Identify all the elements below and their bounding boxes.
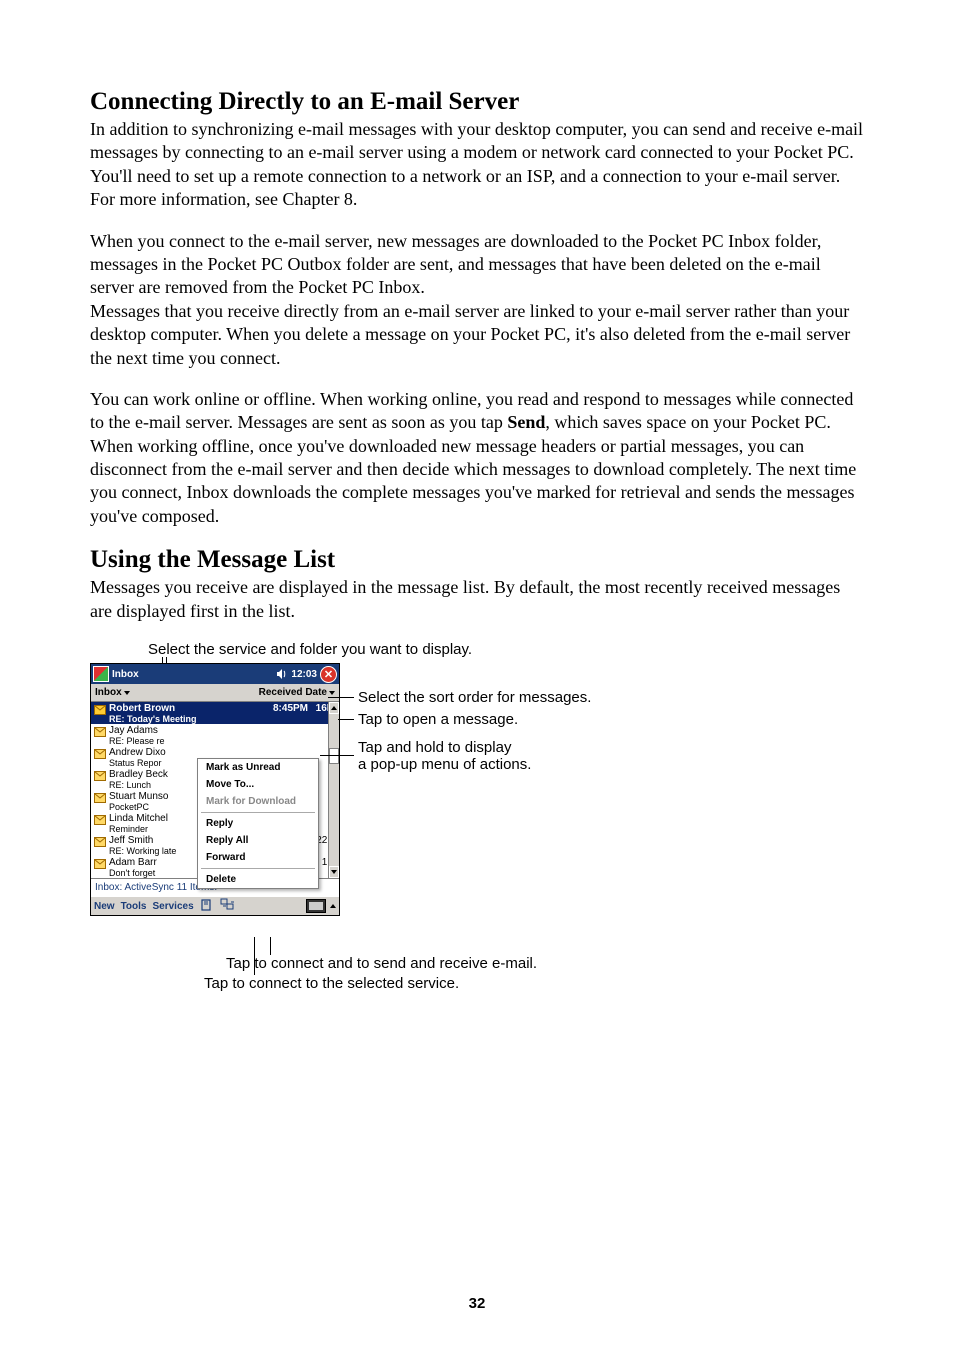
leader-line <box>270 937 271 955</box>
message-from: Linda Mitchel <box>109 813 168 824</box>
figure-area: Select the service and folder you want t… <box>90 641 864 1041</box>
scrollbar[interactable] <box>328 702 339 878</box>
command-bar: New Tools Services <box>91 896 339 915</box>
para-4-5: You can work online or offline. When wor… <box>90 388 864 528</box>
para-4b: , which saves space on your Pocket PC. <box>545 412 830 432</box>
folder-label: Inbox <box>95 687 122 698</box>
para-1: In addition to synchronizing e-mail mess… <box>90 118 864 212</box>
speaker-icon[interactable] <box>276 668 288 680</box>
message-row[interactable]: Jay AdamsRE: Please re <box>91 724 339 746</box>
message-from: Adam Barr <box>109 857 157 868</box>
para-2-3: When you connect to the e-mail server, n… <box>90 230 864 370</box>
envelope-icon <box>94 793 106 803</box>
context-menu: Mark as Unread Move To... Mark for Downl… <box>197 758 319 889</box>
envelope-icon <box>94 815 106 825</box>
menu-mark-unread[interactable]: Mark as Unread <box>198 759 318 776</box>
clock-time: 12:03 <box>291 669 317 680</box>
para-3: Messages that you receive directly from … <box>90 301 850 368</box>
title-text: Inbox <box>112 669 139 680</box>
message-from: Andrew Dixo <box>109 747 166 758</box>
chevron-down-icon <box>124 691 130 695</box>
leader-line <box>320 755 354 756</box>
envelope-icon <box>94 771 106 781</box>
envelope-icon <box>94 749 106 759</box>
menu-delete[interactable]: Delete <box>198 871 318 888</box>
envelope-icon <box>94 727 106 737</box>
sort-label: Received Date <box>259 687 327 698</box>
callout-connect: Tap to connect to the selected service. <box>204 975 459 992</box>
callout-open: Tap to open a message. <box>358 711 518 728</box>
leader-line <box>254 937 255 975</box>
folder-toolbar: Inbox Received Date <box>91 684 339 702</box>
message-from: Bradley Beck <box>109 769 168 780</box>
scroll-thumb[interactable] <box>329 748 339 764</box>
message-row[interactable]: Robert BrownRE: Today's Meeting8:45PM16K <box>91 702 339 724</box>
message-list[interactable]: Robert BrownRE: Today's Meeting8:45PM16K… <box>91 702 339 878</box>
leader-line <box>328 697 354 698</box>
message-from: Robert Brown <box>109 703 175 714</box>
heading-connecting: Connecting Directly to an E-mail Server <box>90 88 864 116</box>
callout-popup: Tap and hold to display a pop-up menu of… <box>358 739 531 773</box>
title-bar: Inbox 12:03 ✕ <box>91 664 339 684</box>
menu-mark-download: Mark for Download <box>198 793 318 810</box>
menu-reply-all[interactable]: Reply All <box>198 832 318 849</box>
leader-line <box>338 719 354 720</box>
message-subject: RE: Today's Meeting <box>109 714 264 724</box>
para-6: Messages you receive are displayed in th… <box>90 576 864 623</box>
callout-sendreceive: Tap to connect and to send and receive e… <box>226 955 537 972</box>
scroll-up-button[interactable] <box>329 702 339 714</box>
message-from: Stuart Munso <box>109 791 168 802</box>
para-2: When you connect to the e-mail server, n… <box>90 231 821 298</box>
callout-popup-l1: Tap and hold to display <box>358 739 511 756</box>
caption-top: Select the service and folder you want t… <box>148 641 472 658</box>
menu-move-to[interactable]: Move To... <box>198 776 318 793</box>
pocketpc-screenshot: Inbox 12:03 ✕ Inbox Received Date <box>90 663 340 916</box>
message-from: Jay Adams <box>109 725 158 736</box>
keyboard-icon[interactable] <box>306 899 326 913</box>
cmd-services[interactable]: Services <box>153 901 194 912</box>
message-from: Jeff Smith <box>109 835 153 846</box>
envelope-icon <box>94 837 106 847</box>
close-icon[interactable]: ✕ <box>320 666 337 683</box>
scroll-down-button[interactable] <box>329 866 339 878</box>
callout-popup-l2: a pop-up menu of actions. <box>358 756 531 773</box>
sip-up-icon[interactable] <box>330 904 336 908</box>
connect-service-icon[interactable] <box>200 898 214 915</box>
menu-reply[interactable]: Reply <box>198 815 318 832</box>
heading-using: Using the Message List <box>90 546 864 574</box>
message-subject: RE: Please re <box>109 736 264 746</box>
cmd-tools[interactable]: Tools <box>121 901 147 912</box>
envelope-icon <box>94 705 106 715</box>
callout-sort: Select the sort order for messages. <box>358 689 591 706</box>
menu-forward[interactable]: Forward <box>198 849 318 866</box>
start-icon[interactable] <box>93 666 109 682</box>
envelope-icon <box>94 859 106 869</box>
send-receive-icon[interactable] <box>220 898 236 915</box>
para-5: When working offline, once you've downlo… <box>90 436 856 526</box>
chevron-down-icon <box>329 691 335 695</box>
folder-selector[interactable]: Inbox <box>95 687 130 698</box>
sort-selector[interactable]: Received Date <box>259 687 335 698</box>
para-4-bold: Send <box>507 412 545 432</box>
cmd-new[interactable]: New <box>94 901 115 912</box>
page-number: 32 <box>0 1295 954 1312</box>
message-time: 8:45PM <box>264 703 308 714</box>
